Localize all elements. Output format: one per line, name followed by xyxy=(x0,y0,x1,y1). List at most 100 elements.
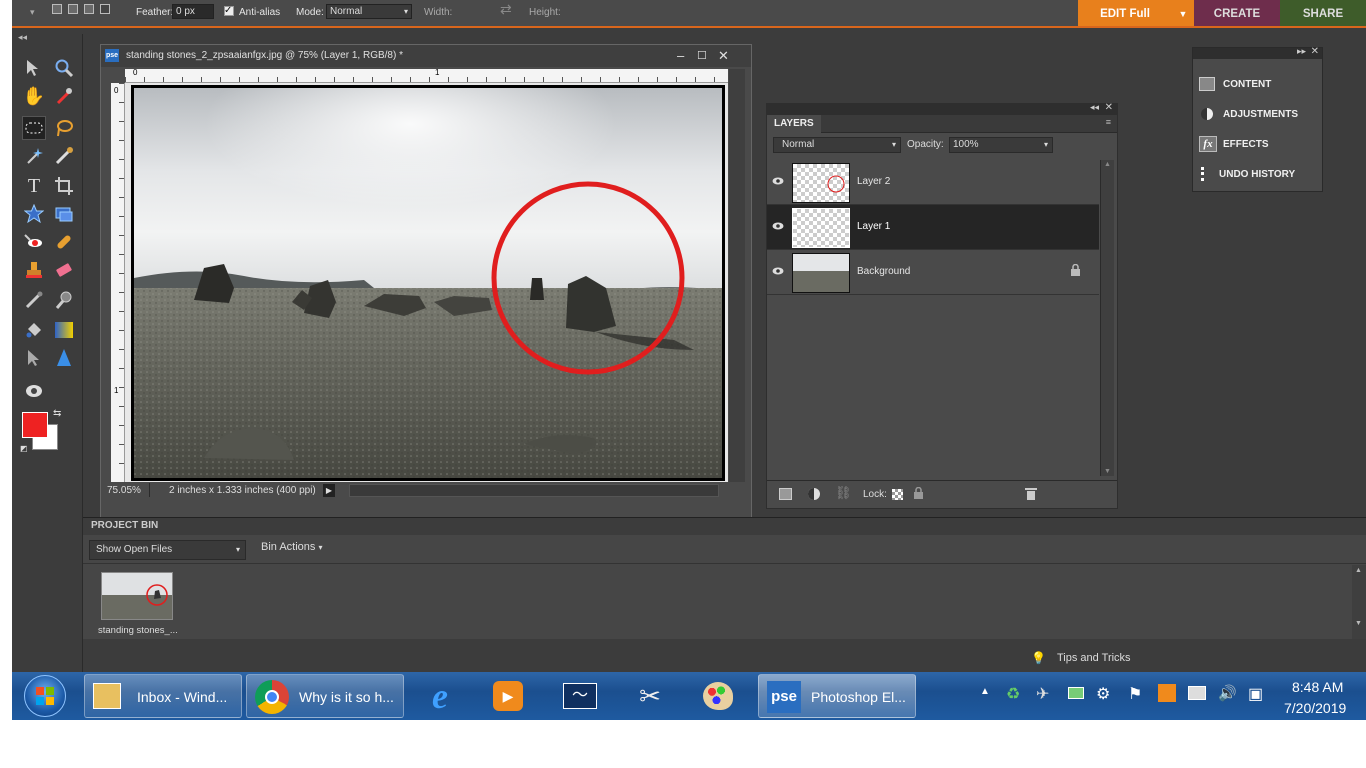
vertical-scrollbar[interactable] xyxy=(729,69,745,483)
brush-icon[interactable] xyxy=(22,288,46,312)
recycle-icon[interactable]: ♻ xyxy=(1006,684,1020,704)
scroll-up-icon[interactable]: ▲ xyxy=(1355,567,1362,574)
adjustments-item[interactable]: ADJUSTMENTS xyxy=(1199,104,1298,126)
taskbar-chrome[interactable]: Why is it so h... xyxy=(246,674,404,718)
swap-icon[interactable]: ⇄ xyxy=(500,2,512,17)
clone-stamp-icon[interactable] xyxy=(22,258,46,282)
magic-wand-icon[interactable] xyxy=(22,144,46,168)
tips-link[interactable]: Tips and Tricks xyxy=(1057,652,1131,664)
link-icon[interactable]: ⛓ xyxy=(835,485,852,501)
display-icon[interactable] xyxy=(1188,686,1206,700)
tab-edit[interactable]: EDIT Full xyxy=(1078,0,1172,26)
tab-share[interactable]: SHARE xyxy=(1280,0,1366,26)
ie-icon[interactable]: e xyxy=(422,676,458,716)
add-selection-icon[interactable] xyxy=(68,4,78,14)
red-eye-icon[interactable] xyxy=(22,230,46,254)
layers-tab[interactable]: LAYERS xyxy=(767,115,821,133)
app-wave-icon[interactable]: 〜 xyxy=(562,678,598,714)
horizontal-scrollbar[interactable] xyxy=(349,484,719,497)
layers-scrollbar[interactable]: ▲ ▼ xyxy=(1100,160,1114,476)
volume-icon[interactable]: 🔊 xyxy=(1218,684,1237,702)
move-icon[interactable] xyxy=(22,56,46,80)
network-icon[interactable]: ▣ xyxy=(1248,684,1263,704)
foreground-color-swatch[interactable] xyxy=(22,412,48,438)
default-colors-icon[interactable]: ◩ xyxy=(20,444,28,453)
swap-colors-icon[interactable]: ⇆ xyxy=(53,408,61,419)
edit-dropdown-icon[interactable]: ▼ xyxy=(1172,0,1194,26)
smart-brush-icon[interactable] xyxy=(52,288,76,312)
cookie-cutter-icon[interactable] xyxy=(22,202,46,226)
intersect-selection-icon[interactable] xyxy=(100,4,110,14)
drive-icon[interactable] xyxy=(1068,687,1084,699)
bin-file-thumbnail[interactable] xyxy=(101,572,173,620)
eyedropper-icon[interactable] xyxy=(52,84,76,108)
paint-bucket-icon[interactable] xyxy=(22,318,46,342)
clock-date[interactable]: 7/20/2019 xyxy=(1284,700,1346,716)
flag-icon[interactable]: ⚑ xyxy=(1128,684,1142,704)
scroll-down-icon[interactable]: ▼ xyxy=(1104,468,1111,475)
taskbar-inbox[interactable]: Inbox - Wind... xyxy=(84,674,242,718)
trash-icon[interactable] xyxy=(1025,486,1037,503)
zoom-level[interactable]: 75.05% xyxy=(107,485,141,496)
subtract-selection-icon[interactable] xyxy=(84,4,94,14)
start-button[interactable] xyxy=(24,675,66,717)
panel-menu-icon[interactable]: ≡ xyxy=(1106,117,1111,127)
options-menu-icon[interactable]: ▾ xyxy=(30,5,35,20)
expand-icon[interactable]: ▸▸ xyxy=(1297,46,1306,57)
collapse-tools-icon[interactable]: ◂◂ xyxy=(18,32,27,43)
status-menu-icon[interactable]: ▶ xyxy=(323,484,335,497)
close-icon[interactable]: ✕ xyxy=(718,45,729,67)
eye-icon[interactable] xyxy=(772,221,784,233)
undo-history-item[interactable]: UNDO HISTORY xyxy=(1199,164,1295,186)
maximize-icon[interactable]: ☐ xyxy=(697,45,707,67)
canvas-area[interactable] xyxy=(125,83,728,483)
taskbar-photoshop[interactable]: pse Photoshop El... xyxy=(758,674,916,718)
lasso-icon[interactable] xyxy=(52,116,76,140)
new-layer-icon[interactable] xyxy=(779,488,792,500)
document-titlebar[interactable]: pse standing stones_2_zpsaaianfgx.jpg @ … xyxy=(101,45,751,67)
paint-icon[interactable] xyxy=(700,678,736,714)
shape-select-icon[interactable] xyxy=(22,346,46,370)
gradient-icon[interactable] xyxy=(52,318,76,342)
layer-row-layer-1[interactable]: Layer 1 xyxy=(767,205,1099,250)
marquee-icon[interactable] xyxy=(22,116,46,140)
bin-actions-menu[interactable]: Bin Actions ▾ xyxy=(261,541,323,553)
media-player-icon[interactable]: ▶ xyxy=(490,678,526,714)
app-orange-icon[interactable] xyxy=(1158,684,1176,702)
crop-icon[interactable] xyxy=(52,174,76,198)
new-selection-icon[interactable] xyxy=(52,4,62,14)
layer-row-background[interactable]: Background xyxy=(767,250,1099,295)
clock-time[interactable]: 8:48 AM xyxy=(1292,679,1343,695)
project-bin-title[interactable]: PROJECT BIN xyxy=(91,520,158,531)
show-hidden-icons[interactable]: ▲ xyxy=(980,686,990,697)
bin-scrollbar[interactable]: ▲ ▼ xyxy=(1352,565,1366,639)
snipping-tool-icon[interactable]: ✂ xyxy=(632,678,668,714)
lock-all-icon[interactable] xyxy=(913,486,924,502)
network-share-icon[interactable]: ⚙ xyxy=(1096,684,1110,704)
eraser-icon[interactable] xyxy=(52,258,76,282)
adjustment-layer-icon[interactable] xyxy=(807,487,821,504)
content-item[interactable]: CONTENT xyxy=(1199,74,1271,96)
straighten-icon[interactable] xyxy=(52,202,76,226)
tab-create[interactable]: CREATE xyxy=(1194,0,1280,26)
blend-mode-select[interactable]: Normal ▾ xyxy=(773,137,901,153)
plane-icon[interactable]: ✈ xyxy=(1036,684,1049,704)
close-panel-icon[interactable]: ✕ xyxy=(1311,46,1319,57)
close-panel-icon[interactable]: ✕ xyxy=(1105,102,1113,113)
scroll-up-icon[interactable]: ▲ xyxy=(1104,161,1111,168)
minimize-icon[interactable]: – xyxy=(677,45,684,67)
eye-icon[interactable] xyxy=(772,176,784,188)
camera-icon[interactable] xyxy=(22,378,46,402)
collapse-icon[interactable]: ◂◂ xyxy=(1090,102,1099,113)
selection-brush-icon[interactable] xyxy=(52,144,76,168)
layer-row-layer-2[interactable]: Layer 2 xyxy=(767,160,1099,205)
zoom-icon[interactable] xyxy=(52,56,76,80)
healing-icon[interactable] xyxy=(52,230,76,254)
feather-input[interactable]: 0 px xyxy=(172,4,214,19)
scroll-down-icon[interactable]: ▼ xyxy=(1355,620,1362,627)
lock-transparent-icon[interactable] xyxy=(892,489,903,500)
opacity-input[interactable]: 100% ▾ xyxy=(949,137,1053,153)
hand-icon[interactable]: ✋ xyxy=(22,84,46,108)
mode-select[interactable]: Normal ▾ xyxy=(326,4,412,19)
eye-icon[interactable] xyxy=(772,266,784,278)
